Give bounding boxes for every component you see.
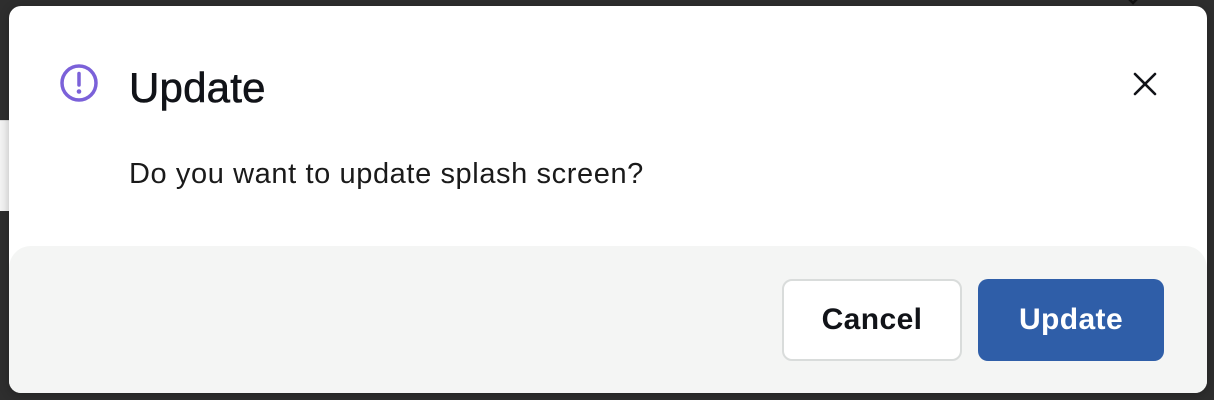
dialog-message: Do you want to update splash screen? xyxy=(129,158,644,190)
update-dialog: Update Do you want to update splash scre… xyxy=(9,6,1207,393)
dialog-title: Update xyxy=(129,64,266,112)
close-button[interactable] xyxy=(1127,66,1163,102)
exclamation-circle-icon xyxy=(60,64,98,102)
dialog-footer: Cancel Update xyxy=(9,246,1207,393)
dialog-header: Update xyxy=(9,6,1207,126)
cancel-button[interactable]: Cancel xyxy=(782,279,962,361)
update-button[interactable]: Update xyxy=(978,279,1164,361)
close-icon xyxy=(1133,72,1157,96)
